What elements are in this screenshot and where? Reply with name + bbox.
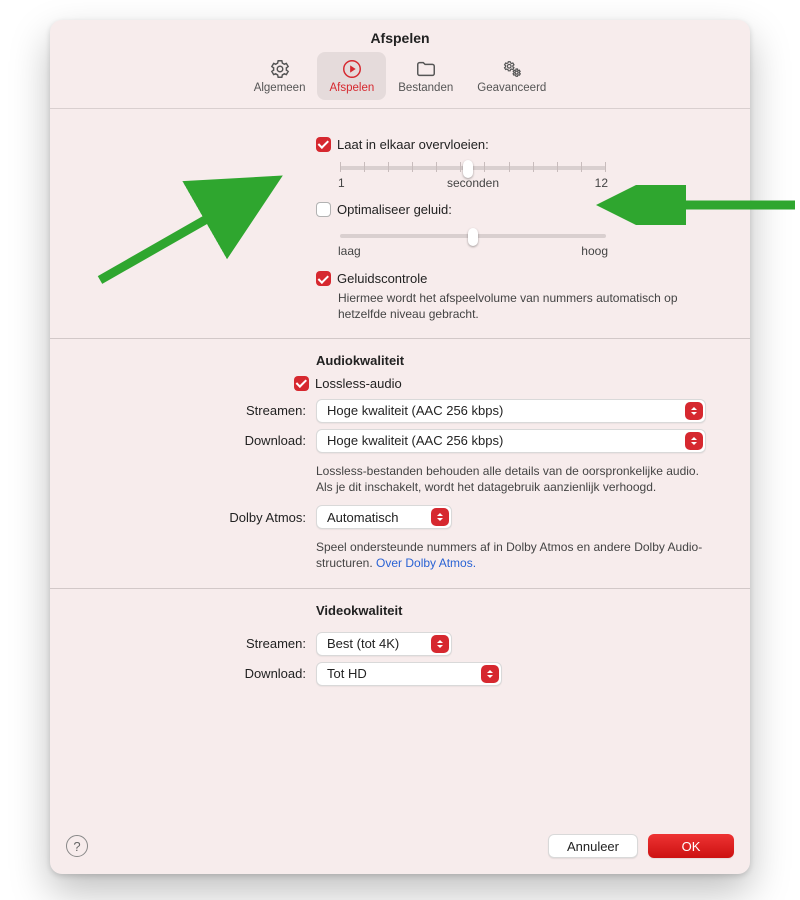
checkbox-unchecked-icon: [316, 202, 331, 217]
dialog-footer: ? Annuleer OK: [50, 822, 750, 874]
lossless-label: Lossless-audio: [315, 376, 402, 391]
chevron-updown-icon: [685, 402, 703, 420]
divider: [50, 588, 750, 589]
video-download-value: Tot HD: [327, 666, 367, 681]
crossfade-max: 12: [595, 176, 608, 190]
audio-download-value: Hoge kwaliteit (AAC 256 kbps): [327, 433, 503, 448]
preferences-window: Afspelen Algemeen Afspelen Bestanden: [50, 20, 750, 874]
slider-thumb[interactable]: [468, 228, 478, 246]
crossfade-slider[interactable]: [340, 166, 606, 170]
play-circle-icon: [341, 58, 363, 80]
dolby-select[interactable]: Automatisch: [316, 505, 452, 529]
window-title: Afspelen: [50, 20, 750, 50]
slider-ticks: [340, 162, 606, 174]
crossfade-checkbox[interactable]: Laat in elkaar overvloeien:: [316, 137, 489, 152]
dolby-label: Dolby Atmos:: [80, 510, 316, 525]
crossfade-min: 1: [338, 176, 345, 190]
audio-quality-heading: Audiokwaliteit: [316, 353, 720, 368]
checkbox-checked-icon: [294, 376, 309, 391]
tab-playback[interactable]: Afspelen: [317, 52, 386, 100]
ok-button[interactable]: OK: [648, 834, 734, 858]
tab-general-label: Algemeen: [254, 82, 306, 94]
video-download-select[interactable]: Tot HD: [316, 662, 502, 686]
audio-stream-value: Hoge kwaliteit (AAC 256 kbps): [327, 403, 503, 418]
cancel-button[interactable]: Annuleer: [548, 834, 638, 858]
sound-check-checkbox[interactable]: Geluidscontrole: [316, 271, 427, 286]
help-button[interactable]: ?: [66, 835, 88, 857]
video-download-label: Download:: [80, 666, 316, 681]
video-quality-heading: Videokwaliteit: [316, 603, 720, 618]
crossfade-label: Laat in elkaar overvloeien:: [337, 137, 489, 152]
dolby-value: Automatisch: [327, 510, 399, 525]
divider: [50, 338, 750, 339]
checkbox-checked-icon: [316, 137, 331, 152]
sound-enhancer-slider[interactable]: [340, 234, 606, 238]
tab-advanced-label: Geavanceerd: [477, 82, 546, 94]
video-stream-select[interactable]: Best (tot 4K): [316, 632, 452, 656]
lossless-note: Lossless-bestanden behouden alle details…: [316, 463, 716, 495]
enhancer-high: hoog: [581, 244, 608, 258]
enhancer-low: laag: [338, 244, 361, 258]
tab-files[interactable]: Bestanden: [386, 52, 465, 100]
sound-check-label: Geluidscontrole: [337, 271, 427, 286]
dolby-note: Speel ondersteunde nummers af in Dolby A…: [316, 539, 716, 571]
preferences-toolbar: Algemeen Afspelen Bestanden Geavanceerd: [50, 50, 750, 109]
chevron-updown-icon: [481, 665, 499, 683]
dolby-link[interactable]: Over Dolby Atmos.: [376, 556, 476, 570]
chevron-updown-icon: [431, 635, 449, 653]
tab-advanced[interactable]: Geavanceerd: [465, 52, 558, 100]
folder-icon: [415, 58, 437, 80]
chevron-updown-icon: [431, 508, 449, 526]
audio-download-label: Download:: [80, 433, 316, 448]
tab-playback-label: Afspelen: [329, 82, 374, 94]
sound-enhancer-label: Optimaliseer geluid:: [337, 202, 452, 217]
lossless-checkbox[interactable]: Lossless-audio: [294, 376, 402, 391]
gear-icon: [269, 58, 291, 80]
video-stream-label: Streamen:: [80, 636, 316, 651]
audio-stream-label: Streamen:: [80, 403, 316, 418]
content-pane: Laat in elkaar overvloeien: 1 seconden 1…: [50, 109, 750, 822]
video-stream-value: Best (tot 4K): [327, 636, 399, 651]
chevron-updown-icon: [685, 432, 703, 450]
gears-icon: [501, 58, 523, 80]
checkbox-checked-icon: [316, 271, 331, 286]
audio-download-select[interactable]: Hoge kwaliteit (AAC 256 kbps): [316, 429, 706, 453]
dolby-note-text: Speel ondersteunde nummers af in Dolby A…: [316, 540, 702, 570]
sound-check-description: Hiermee wordt het afspeelvolume van numm…: [338, 290, 720, 322]
tab-files-label: Bestanden: [398, 82, 453, 94]
crossfade-unit: seconden: [447, 176, 499, 190]
tab-general[interactable]: Algemeen: [242, 52, 318, 100]
audio-stream-select[interactable]: Hoge kwaliteit (AAC 256 kbps): [316, 399, 706, 423]
sound-enhancer-checkbox[interactable]: Optimaliseer geluid:: [316, 202, 452, 217]
